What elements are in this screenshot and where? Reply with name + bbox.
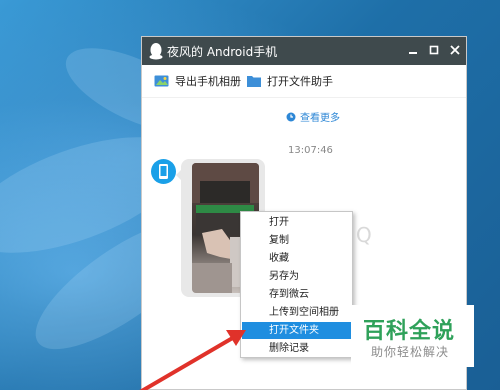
- watermark-logo: 百科全说 助你轻松解决: [351, 305, 474, 367]
- menu-item-save-to-weiyun[interactable]: 存到微云: [242, 287, 351, 303]
- minimize-icon[interactable]: [404, 42, 422, 60]
- menu-item-upload-to-album[interactable]: 上传到空间相册: [242, 305, 351, 321]
- view-more-link[interactable]: 查看更多: [286, 109, 340, 124]
- close-icon[interactable]: [446, 42, 464, 60]
- context-menu: 打开 复制 收藏 另存为 存到微云 上传到空间相册 打开文件夹 删除记录: [240, 211, 353, 358]
- watermark-title: 百科全说: [363, 319, 456, 344]
- menu-item-copy[interactable]: 复制: [242, 233, 351, 249]
- background-glyph: Q: [356, 223, 372, 247]
- menu-item-favorite[interactable]: 收藏: [242, 251, 351, 267]
- watermark-subtitle: 助你轻松解决: [371, 345, 450, 359]
- open-file-helper-label: 打开文件助手: [267, 75, 333, 88]
- title-bar[interactable]: 夜风的 Android手机: [142, 37, 466, 65]
- folder-icon: [247, 76, 261, 87]
- export-album-label: 导出手机相册: [175, 75, 241, 88]
- clock-icon: [286, 112, 296, 121]
- menu-item-open-folder[interactable]: 打开文件夹: [242, 322, 351, 339]
- qq-penguin-icon: [149, 43, 163, 60]
- toolbar: 导出手机相册 打开文件助手: [142, 65, 466, 98]
- view-more-label: 查看更多: [300, 113, 340, 124]
- menu-item-open[interactable]: 打开: [242, 215, 351, 231]
- maximize-icon[interactable]: [425, 42, 443, 60]
- menu-item-delete-record[interactable]: 删除记录: [242, 341, 351, 357]
- menu-item-save-as[interactable]: 另存为: [242, 269, 351, 285]
- photo-export-icon: [154, 75, 169, 87]
- phone-icon: [159, 164, 168, 179]
- phone-avatar[interactable]: [151, 159, 176, 184]
- open-file-helper-button[interactable]: 打开文件助手: [246, 72, 333, 90]
- export-album-button[interactable]: 导出手机相册: [154, 72, 241, 90]
- message-timestamp: 13:07:46: [288, 145, 333, 156]
- window-title: 夜风的 Android手机: [167, 45, 278, 59]
